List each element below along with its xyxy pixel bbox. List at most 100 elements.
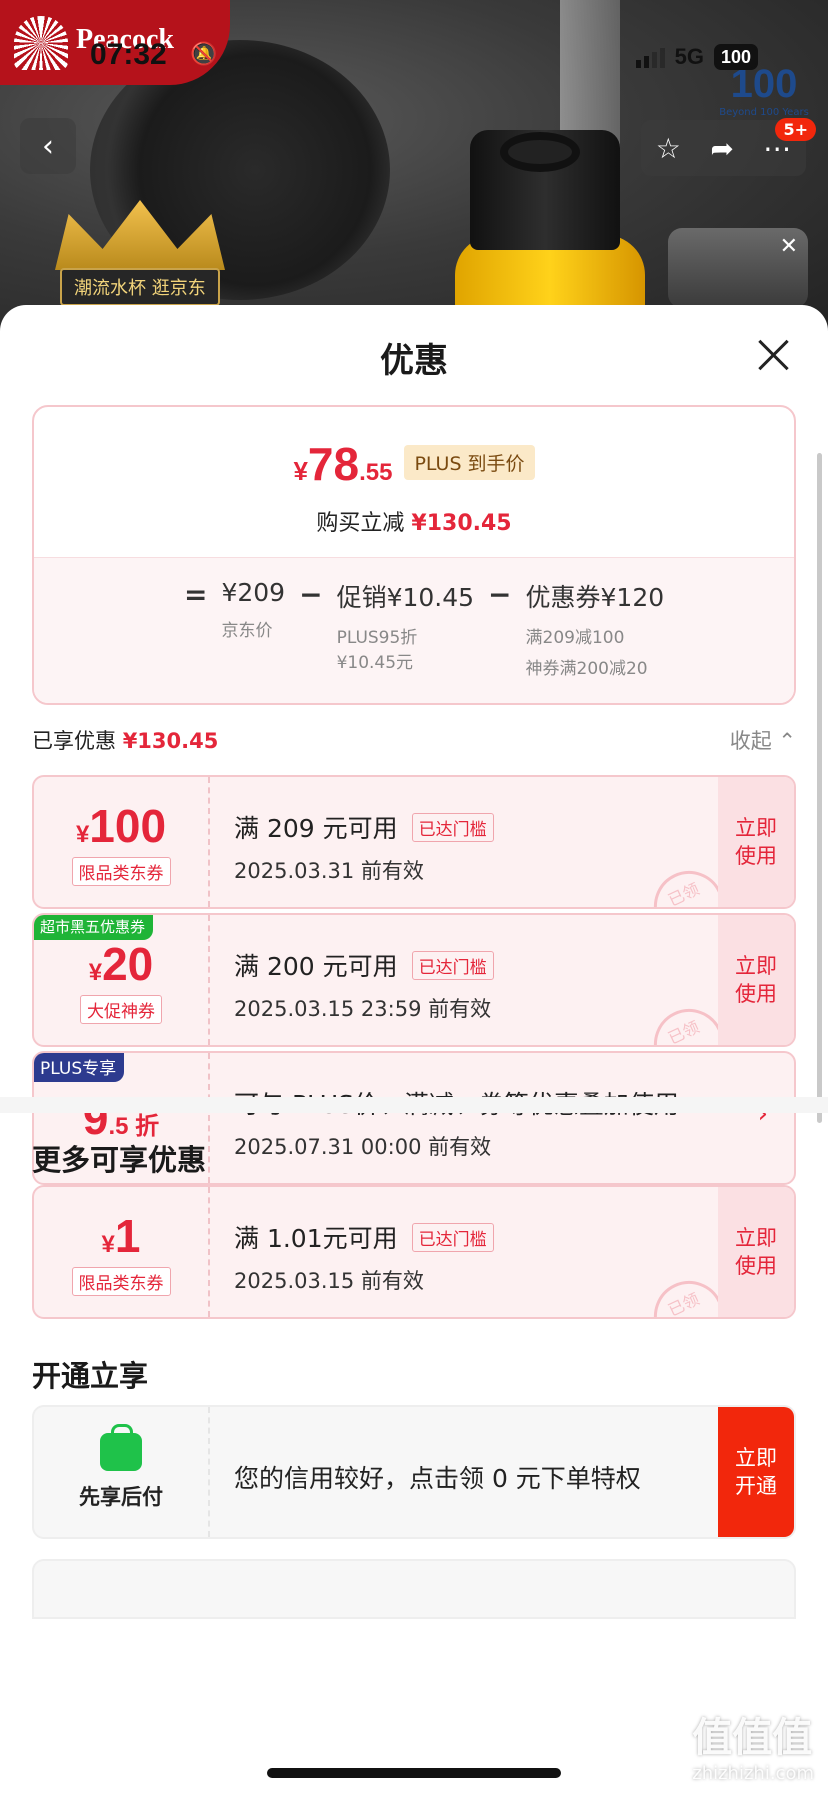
coupon-card[interactable]: ¥100 限品类东券 满 209 元可用 已达门槛 2025.03.31 前有效… bbox=[32, 775, 796, 909]
next-card-peek bbox=[32, 1559, 796, 1619]
formula-coupon: 优惠券¥120 满209减100 神券满200减20 bbox=[526, 578, 665, 682]
coupon-kind: 限品类东券 bbox=[71, 856, 171, 886]
formula-promo: 促销¥10.45 PLUS95折 ¥10.45元 bbox=[337, 578, 474, 676]
reduce-label: 购买立减 bbox=[316, 511, 405, 536]
coupon-amount-block: ¥100 限品类东券 bbox=[34, 777, 210, 907]
bottle-ring-graphic bbox=[500, 132, 580, 172]
sheet-title: 优惠 bbox=[380, 341, 448, 381]
crown-tag: 潮流水杯 逛京东 bbox=[60, 268, 220, 306]
watermark-url: zhizhizhi.com bbox=[692, 1763, 814, 1784]
use-now-button[interactable]: 立即 使用 bbox=[718, 915, 794, 1045]
threshold-reached-badge: 已达门槛 bbox=[411, 950, 494, 980]
mute-bell-icon: 🔕 bbox=[190, 42, 218, 67]
coupon-kind: 大促神券 bbox=[80, 994, 162, 1024]
currency-symbol: ¥ bbox=[101, 1230, 115, 1258]
coupon-card[interactable]: ¥1 限品类东券 满 1.01元可用 已达门槛 2025.03.15 前有效 已… bbox=[32, 1185, 796, 1319]
pay-later-label: 先享后付 bbox=[79, 1485, 163, 1509]
coupon-detail-2: 神券满200减20 bbox=[525, 659, 648, 679]
coupon-value: ¥1 bbox=[102, 1209, 141, 1263]
home-indicator[interactable] bbox=[267, 1768, 561, 1778]
formula-base: ¥209 京东价 bbox=[221, 578, 285, 644]
open-now-button[interactable]: 立即 开通 bbox=[718, 1407, 794, 1537]
signal-bars-icon bbox=[635, 46, 665, 68]
threshold-reached-badge: 已达门槛 bbox=[411, 812, 494, 842]
enjoyed-value: ¥130.45 bbox=[122, 729, 219, 753]
anniversary-subtitle: Beyond 100 Years bbox=[719, 107, 809, 118]
threshold-reached-badge: 已达门槛 bbox=[411, 1222, 494, 1252]
shopping-bag-icon bbox=[100, 1424, 142, 1471]
summary-top: ¥78.55 PLUS 到手价 购买立减 ¥130.45 bbox=[34, 407, 794, 557]
collapse-toggle[interactable]: 收起 ⌃ bbox=[730, 725, 796, 755]
coupon-info: 满 200 元可用 已达门槛 2025.03.15 23:59 前有效 bbox=[234, 947, 704, 1023]
promo-amount: 促销¥10.45 bbox=[336, 583, 475, 612]
watermark-text: 值值值 bbox=[692, 1715, 813, 1761]
watermark: 值值值 zhizhizhi.com bbox=[692, 1705, 814, 1784]
close-icon[interactable]: ✕ bbox=[780, 234, 798, 259]
coupon-condition: 满 1.01元可用 bbox=[234, 1224, 398, 1253]
coupon-number: 20 bbox=[102, 937, 154, 990]
use-now-button[interactable]: 立即 使用 bbox=[718, 1187, 794, 1317]
price-integer: 78 bbox=[307, 438, 360, 490]
share-icon[interactable]: ➦ bbox=[710, 132, 733, 165]
close-icon[interactable] bbox=[754, 335, 794, 375]
final-price-row: ¥78.55 PLUS 到手价 bbox=[34, 437, 794, 491]
price-formula: = ¥209 京东价 − 促销¥10.45 PLUS95折 ¥10.45元 − … bbox=[184, 578, 664, 682]
final-price: ¥78.55 bbox=[293, 437, 392, 491]
coupon-validity: 2025.03.15 23:59 前有效 bbox=[234, 997, 492, 1021]
status-bar: 07:32 🔕 5G 100 bbox=[0, 38, 828, 74]
coupon-amount: 优惠券¥120 bbox=[525, 583, 665, 612]
coupon-validity: 2025.03.15 前有效 bbox=[234, 1269, 424, 1293]
pay-later-card[interactable]: 先享后付 您的信用较好，点击领 0 元下单特权 立即 开通 bbox=[32, 1405, 796, 1539]
star-icon[interactable]: ☆ bbox=[656, 132, 681, 165]
minus-sign: − bbox=[299, 578, 323, 611]
coupon-condition: 满 200 元可用 bbox=[234, 952, 398, 981]
discount-sheet: 优惠 ¥78.55 PLUS 到手价 购买立减 ¥130.45 = ¥209 京… bbox=[0, 305, 828, 1795]
plus-validity: 2025.07.31 00:00 前有效 bbox=[234, 1135, 492, 1159]
chevron-left-icon: ‹ bbox=[42, 128, 54, 164]
status-right: 5G 100 bbox=[635, 44, 758, 70]
coupon-card[interactable]: 超市黑五优惠券 ¥20 大促神券 满 200 元可用 已达门槛 2025.03.… bbox=[32, 913, 796, 1047]
coupon-kind: 限品类东券 bbox=[71, 1266, 171, 1296]
currency-symbol: ¥ bbox=[75, 820, 90, 848]
chevron-up-icon: ⌃ bbox=[778, 729, 796, 753]
plus-price-tag: PLUS 到手价 bbox=[404, 445, 535, 480]
floating-video-card[interactable]: ✕ bbox=[668, 228, 808, 308]
promo-detail-2: ¥10.45元 bbox=[336, 653, 414, 673]
coupon-number: 1 bbox=[114, 1209, 141, 1262]
use-now-button[interactable]: 立即 使用 bbox=[718, 777, 794, 907]
minus-sign: − bbox=[488, 578, 512, 611]
coupon-condition-row: 满 209 元可用 已达门槛 bbox=[234, 809, 704, 845]
scrollbar[interactable] bbox=[817, 453, 822, 1123]
coupon-value: ¥100 bbox=[76, 799, 166, 853]
equals-sign: = bbox=[184, 578, 208, 611]
network-type: 5G bbox=[674, 44, 704, 69]
price-decimal: .55 bbox=[359, 459, 393, 486]
enjoyed-label: 已享优惠 bbox=[32, 729, 116, 753]
currency-symbol: ¥ bbox=[88, 958, 103, 986]
more-discounts-title: 更多可享优惠 bbox=[32, 1143, 207, 1177]
section-separator bbox=[0, 1097, 828, 1113]
price-symbol: ¥ bbox=[293, 456, 308, 486]
coupon-amount-block: ¥20 大促神券 bbox=[34, 915, 210, 1045]
collapse-label: 收起 bbox=[729, 729, 772, 753]
coupon-condition: 满 209 元可用 bbox=[234, 814, 398, 843]
pay-later-block: 先享后付 bbox=[34, 1407, 210, 1537]
coupon-validity: 2025.03.31 前有效 bbox=[234, 859, 424, 883]
promo-detail-1: PLUS95折 bbox=[336, 628, 418, 648]
coupon-condition-row: 满 200 元可用 已达门槛 bbox=[234, 947, 704, 983]
back-button[interactable]: ‹ bbox=[20, 118, 76, 174]
coupon-number: 100 bbox=[89, 799, 167, 852]
cart-badge: 5+ bbox=[775, 118, 816, 141]
coupon-amount-block: ¥1 限品类东券 bbox=[34, 1187, 210, 1317]
coupon-value: ¥20 bbox=[89, 937, 154, 991]
status-time: 07:32 bbox=[90, 38, 167, 71]
reduce-line: 购买立减 ¥130.45 bbox=[34, 505, 794, 537]
base-price-label: 京东价 bbox=[221, 621, 273, 641]
base-price: ¥209 bbox=[221, 578, 286, 607]
discount-decimal: .5 折 bbox=[108, 1113, 160, 1140]
enjoyed-discount: 已享优惠 ¥130.45 bbox=[32, 725, 218, 755]
battery-level: 100 bbox=[713, 44, 758, 70]
reduce-value: ¥130.45 bbox=[411, 511, 512, 536]
summary-formula: = ¥209 京东价 − 促销¥10.45 PLUS95折 ¥10.45元 − … bbox=[34, 557, 794, 703]
coupon-detail-1: 满209减100 bbox=[525, 628, 625, 648]
